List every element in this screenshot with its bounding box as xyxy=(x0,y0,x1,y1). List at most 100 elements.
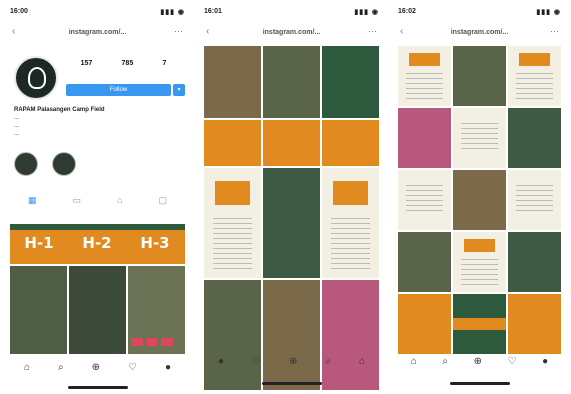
signal-battery-icon: ▮▮▮ ◉ xyxy=(536,9,561,16)
post-tile[interactable] xyxy=(263,46,320,118)
profile-icon[interactable]: ● xyxy=(218,356,224,372)
home-icon[interactable]: ⌂ xyxy=(359,356,365,372)
posts-count: 157 xyxy=(80,60,93,67)
post-thumbnail[interactable] xyxy=(10,266,67,354)
more-icon[interactable]: ⋯ xyxy=(368,26,377,37)
post-tile[interactable] xyxy=(322,280,379,390)
bottom-nav: ● ♡ ⊕ ⌕ ⌂ xyxy=(204,356,379,372)
notification-badges xyxy=(131,338,173,346)
status-time: 16:01 xyxy=(204,8,222,15)
post-tile[interactable] xyxy=(508,46,561,106)
add-icon[interactable]: ⊕ xyxy=(289,356,297,372)
post-tile[interactable] xyxy=(263,120,320,166)
bottom-nav: ⌂ ⌕ ⊕ ♡ ● xyxy=(398,356,561,372)
signal-battery-icon: ▮▮▮ ◉ xyxy=(354,9,379,16)
post-tile[interactable] xyxy=(204,120,261,166)
notification-badge xyxy=(131,338,143,346)
more-icon[interactable]: ⋯ xyxy=(174,26,183,37)
banner-h3: H-3 xyxy=(140,234,170,252)
bottom-nav: ⌂ ⌕ ⊕ ♡ ● xyxy=(10,362,185,378)
highlight-item[interactable] xyxy=(14,152,38,178)
post-tile[interactable] xyxy=(322,46,379,118)
home-indicator xyxy=(261,382,322,385)
post-tile[interactable] xyxy=(453,108,506,168)
chevron-down-icon[interactable]: ▾ xyxy=(173,84,185,96)
camp-logo-icon xyxy=(28,67,46,89)
post-tile[interactable] xyxy=(204,46,261,118)
highlight-cover xyxy=(14,152,38,176)
post-tile[interactable] xyxy=(453,232,506,292)
add-icon[interactable]: ⊕ xyxy=(474,356,482,372)
banner-h2: H-2 xyxy=(82,234,112,252)
bio-line: ... xyxy=(14,123,20,129)
post-tile[interactable] xyxy=(398,46,451,106)
avatar[interactable] xyxy=(14,56,58,100)
user-tag-icon[interactable]: ▢ xyxy=(158,195,167,207)
home-indicator xyxy=(449,382,510,385)
grid-icon[interactable]: ▦ xyxy=(28,195,37,207)
url-text: instagram.com/... xyxy=(450,29,509,36)
post-tile[interactable] xyxy=(398,294,451,354)
stat-posts[interactable]: 157 xyxy=(81,60,93,82)
post-tile[interactable] xyxy=(398,232,451,292)
url-text: instagram.com/... xyxy=(262,29,321,36)
more-icon[interactable]: ⋯ xyxy=(550,26,559,37)
address-bar[interactable]: ‹ instagram.com/... ⋯ xyxy=(206,26,377,40)
tag-icon[interactable]: ⌂ xyxy=(117,195,122,207)
heart-icon[interactable]: ♡ xyxy=(252,356,261,372)
post-tile[interactable] xyxy=(453,170,506,230)
home-icon[interactable]: ⌂ xyxy=(24,362,30,378)
highlight-cover xyxy=(52,152,76,176)
post-tile[interactable] xyxy=(263,168,320,278)
add-icon[interactable]: ⊕ xyxy=(92,362,100,378)
post-tile[interactable] xyxy=(453,294,506,354)
address-bar[interactable]: ‹ instagram.com/... ⋯ xyxy=(400,26,559,40)
post-tile[interactable] xyxy=(453,46,506,106)
post-tile[interactable] xyxy=(508,170,561,230)
post-banner[interactable]: H-1 H-2 H-3 xyxy=(10,224,185,264)
post-row xyxy=(10,266,185,354)
post-tile[interactable] xyxy=(263,280,320,390)
stat-following[interactable]: 7 xyxy=(162,60,166,82)
followers-count: 785 xyxy=(121,60,134,67)
post-tile[interactable] xyxy=(204,168,261,278)
post-thumbnail[interactable] xyxy=(69,266,126,354)
post-tile[interactable] xyxy=(398,170,451,230)
post-tile[interactable] xyxy=(508,108,561,168)
status-bar: 16:01 ▮▮▮ ◉ xyxy=(204,6,379,18)
profile-name: RAPAM Palasangen Camp Field xyxy=(14,107,105,113)
story-highlights xyxy=(14,152,76,178)
post-tile[interactable] xyxy=(508,232,561,292)
phone-profile: 16:00 ▮▮▮ ◉ ‹ instagram.com/... ⋯ 157 78… xyxy=(4,0,191,394)
phone-grid-2: 16:01 ▮▮▮ ◉ ‹ instagram.com/... ⋯ ● ♡ ⊕ … xyxy=(198,0,385,394)
profile-bio: RAPAM Palasangen Camp Field ... ... ... xyxy=(14,106,181,138)
post-tile[interactable] xyxy=(322,168,379,278)
tv-icon[interactable]: ▭ xyxy=(73,195,82,207)
search-icon[interactable]: ⌕ xyxy=(58,362,64,378)
follow-button[interactable]: Follow xyxy=(66,84,171,96)
bio-line: ... xyxy=(14,131,20,137)
home-icon[interactable]: ⌂ xyxy=(411,356,417,372)
highlight-item[interactable] xyxy=(52,152,76,178)
status-bar: 16:00 ▮▮▮ ◉ xyxy=(10,6,185,18)
home-indicator xyxy=(67,386,128,389)
stat-followers[interactable]: 785 xyxy=(122,60,134,82)
banner-h1: H-1 xyxy=(24,234,54,252)
url-text: instagram.com/... xyxy=(68,29,127,36)
post-tile[interactable] xyxy=(322,120,379,166)
heart-icon[interactable]: ♡ xyxy=(508,356,517,372)
search-icon[interactable]: ⌕ xyxy=(442,356,448,372)
notification-badge xyxy=(161,338,173,346)
status-time: 16:02 xyxy=(398,8,416,15)
bio-line: ... xyxy=(14,115,20,121)
post-tile[interactable] xyxy=(508,294,561,354)
profile-icon[interactable]: ● xyxy=(165,362,171,378)
post-grid xyxy=(204,46,379,390)
profile-icon[interactable]: ● xyxy=(542,356,548,372)
search-icon[interactable]: ⌕ xyxy=(325,356,331,372)
heart-icon[interactable]: ♡ xyxy=(128,362,137,378)
address-bar[interactable]: ‹ instagram.com/... ⋯ xyxy=(12,26,183,40)
post-tile[interactable] xyxy=(204,280,261,390)
post-tile[interactable] xyxy=(398,108,451,168)
profile-tabs: ▦ ▭ ⌂ ▢ xyxy=(10,195,185,207)
